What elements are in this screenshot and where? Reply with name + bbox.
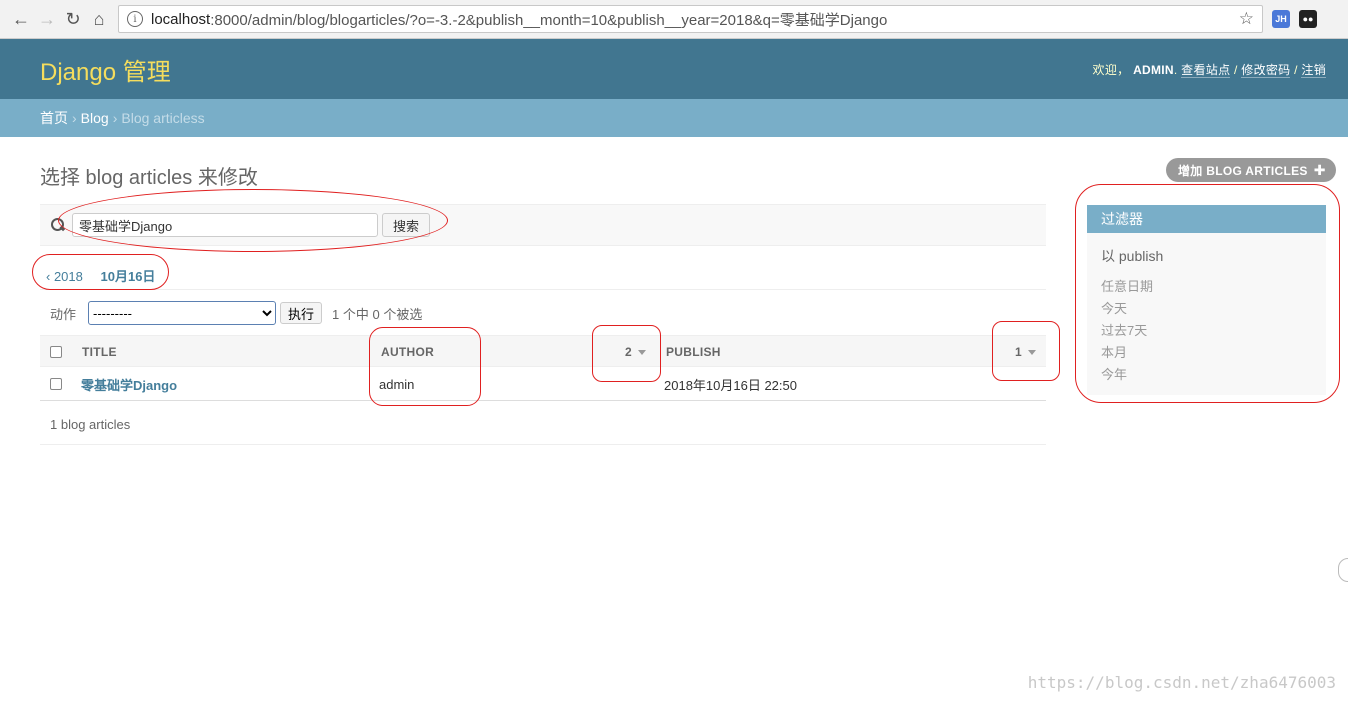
filter-option-any-date[interactable]: 任意日期: [1087, 276, 1326, 298]
extension-tampermonkey-icon[interactable]: ●●: [1299, 10, 1317, 28]
filter-panel: 过滤器 以 publish 任意日期 今天 过去7天 本月 今年: [1087, 205, 1326, 395]
reload-icon[interactable]: ↻: [60, 6, 86, 32]
user-tools: 欢迎， ADMIN. 查看站点 / 修改密码 / 注销: [1092, 62, 1326, 78]
bookmark-star-icon[interactable]: ☆: [1239, 9, 1254, 29]
url-path: :8000/admin/blog/blogarticles/?o=-3.-2&p…: [210, 11, 888, 29]
address-bar[interactable]: i localhost:8000/admin/blog/blogarticles…: [118, 5, 1263, 33]
filter-option-this-month[interactable]: 本月: [1087, 342, 1326, 364]
action-select[interactable]: ---------: [88, 301, 277, 325]
page-title: 选择 blog articles 来修改: [40, 167, 258, 189]
actions-label: 动作: [50, 306, 77, 322]
view-site-link[interactable]: 查看站点: [1181, 62, 1231, 78]
welcome-text: 欢迎，: [1092, 62, 1130, 77]
search-button[interactable]: 搜索: [382, 213, 431, 237]
filter-subheading: 以 publish: [1101, 248, 1164, 264]
back-icon[interactable]: ←: [8, 6, 34, 32]
search-icon: [50, 217, 66, 233]
filter-option-today[interactable]: 今天: [1087, 298, 1326, 320]
home-icon[interactable]: ⌂: [86, 6, 112, 32]
row-publish: 2018年10月16日 22:50: [664, 377, 797, 393]
breadcrumb: 首页 › Blog › Blog articless: [0, 99, 1348, 137]
date-back-link[interactable]: ‹ 2018: [46, 269, 83, 284]
admin-header: Django 管理 欢迎， ADMIN. 查看站点 / 修改密码 / 注销: [0, 39, 1348, 99]
divider: [40, 289, 1046, 290]
extension-jh-icon[interactable]: JH: [1272, 10, 1290, 28]
search-input[interactable]: [72, 213, 378, 237]
row-checkbox[interactable]: [50, 378, 62, 390]
breadcrumb-home[interactable]: 首页: [40, 108, 68, 128]
selection-counter: 1 个中 0 个被选: [332, 306, 423, 322]
results-table: TITLE AUTHOR 2 PUBLISH 1 零基础学Django admi…: [40, 335, 1046, 401]
run-action-button[interactable]: 执行: [280, 302, 323, 324]
scroll-edge-button[interactable]: [1338, 558, 1348, 582]
filter-option-this-year[interactable]: 今年: [1087, 364, 1326, 386]
username: ADMIN: [1133, 62, 1174, 77]
column-author[interactable]: AUTHOR: [381, 336, 434, 368]
logout-link[interactable]: 注销: [1301, 62, 1326, 78]
table-row: 零基础学Django admin 2018年10月16日 22:50: [40, 367, 1046, 401]
row-checkbox-cell[interactable]: [50, 367, 62, 401]
site-branding[interactable]: Django 管理: [40, 52, 171, 87]
date-current: 10月16日: [100, 269, 156, 284]
filter-list: 任意日期 今天 过去7天 本月 今年: [1087, 276, 1326, 386]
column-title[interactable]: TITLE: [82, 336, 117, 368]
url-host: localhost: [151, 10, 211, 28]
add-blog-articles-button[interactable]: 增加 BLOG ARTICLES ✚: [1166, 158, 1336, 182]
column-publish[interactable]: PUBLISH: [666, 336, 721, 368]
table-header: TITLE AUTHOR 2 PUBLISH 1: [40, 335, 1046, 367]
change-password-link[interactable]: 修改密码: [1241, 62, 1291, 78]
actions-bar: 动作 --------- 执行 1 个中 0 个被选: [40, 299, 422, 327]
sort-descending-icon: [1027, 349, 1036, 355]
watermark: https://blog.csdn.net/zha6476003: [1027, 673, 1336, 692]
plus-icon: ✚: [1313, 161, 1326, 178]
publish-sort-priority[interactable]: 1: [1015, 336, 1036, 368]
breadcrumb-current: Blog articless: [121, 110, 205, 126]
search-toolbar: 搜索: [40, 204, 1046, 246]
select-all-checkbox-cell[interactable]: [50, 336, 62, 368]
forward-icon[interactable]: →: [34, 6, 60, 32]
row-author: admin: [379, 376, 415, 392]
select-all-checkbox[interactable]: [50, 346, 62, 358]
info-icon[interactable]: i: [127, 11, 143, 27]
date-hierarchy: ‹ 2018 10月16日: [40, 266, 155, 285]
breadcrumb-app[interactable]: Blog: [81, 110, 109, 126]
sort-descending-icon: [637, 349, 646, 355]
row-title-link[interactable]: 零基础学Django: [81, 367, 177, 401]
filter-heading: 过滤器: [1087, 205, 1326, 233]
author-sort-priority[interactable]: 2: [625, 336, 646, 368]
browser-toolbar: ← → ↻ ⌂ i localhost:8000/admin/blog/blog…: [0, 0, 1348, 39]
filter-option-past-7-days[interactable]: 过去7天: [1087, 320, 1326, 342]
paginator: 1 blog articles: [40, 405, 1046, 445]
